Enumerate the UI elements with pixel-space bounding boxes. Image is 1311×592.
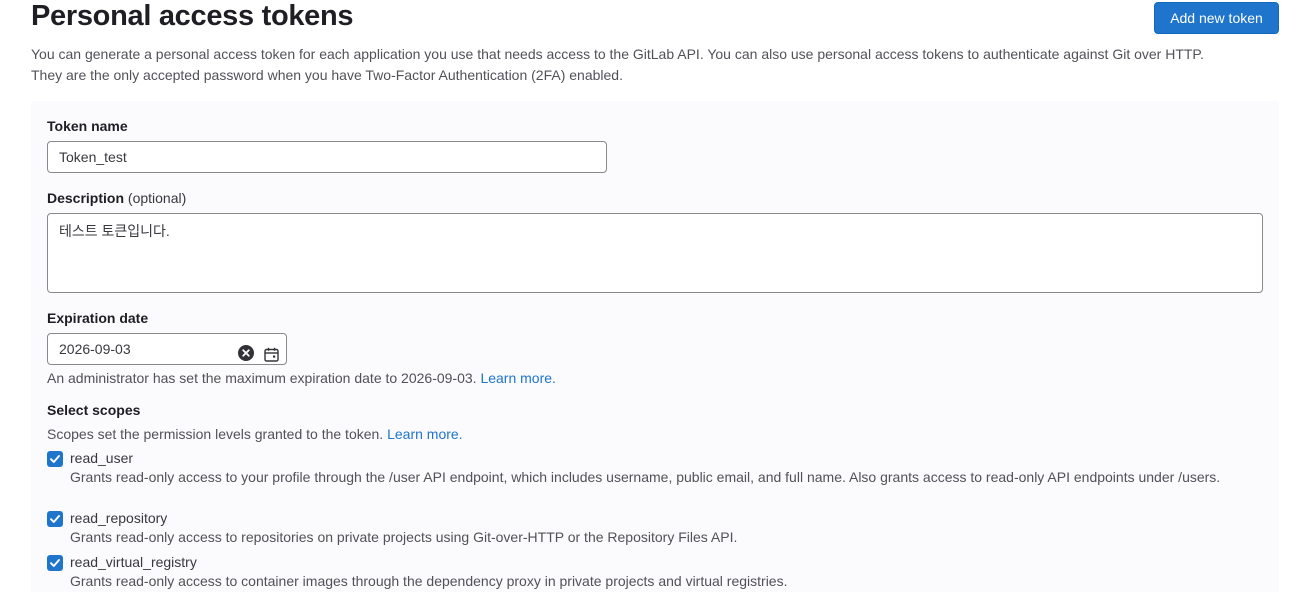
scope-read-user-description: Grants read-only access to your profile … — [70, 469, 1221, 485]
scope-read-virtual-registry-checkbox[interactable] — [47, 555, 63, 571]
expiration-date-input[interactable]: 2026-09-03 — [47, 333, 287, 365]
token-form: Token name Description (optional) 테스트 토큰… — [31, 101, 1279, 592]
scope-read-repository-checkbox[interactable] — [47, 511, 63, 527]
intro-line-1: You can generate a personal access token… — [31, 46, 1204, 62]
calendar-icon[interactable] — [264, 342, 279, 362]
add-new-token-button[interactable]: Add new token — [1154, 2, 1279, 34]
expiration-help-message: An administrator has set the maximum exp… — [47, 370, 477, 386]
scope-read-repository-description: Grants read-only access to repositories … — [70, 529, 738, 545]
description-textarea[interactable]: 테스트 토큰입니다. — [47, 213, 1263, 293]
scope-read-user-name[interactable]: read_user — [70, 449, 133, 467]
select-scopes-label: Select scopes — [47, 402, 141, 418]
page-title: Personal access tokens — [31, 0, 354, 32]
token-name-label: Token name — [47, 118, 128, 134]
scope-read-user-checkbox[interactable] — [47, 451, 63, 467]
personal-access-tokens-page: Personal access tokens Add new token You… — [0, 0, 1311, 592]
check-icon — [50, 455, 60, 463]
expiration-help-text: An administrator has set the maximum exp… — [47, 369, 556, 387]
scopes-learn-more-link[interactable]: Learn more. — [387, 426, 462, 442]
scopes-help-message: Scopes set the permission levels granted… — [47, 426, 384, 442]
scope-read-repository-name[interactable]: read_repository — [70, 509, 167, 527]
description-label: Description (optional) — [47, 189, 186, 207]
check-icon — [50, 559, 60, 567]
intro-line-2: They are the only accepted password when… — [31, 67, 623, 83]
clear-icon[interactable] — [238, 341, 254, 361]
scope-read-virtual-registry-description: Grants read-only access to container ima… — [70, 573, 788, 589]
check-icon — [50, 515, 60, 523]
expiration-date-label: Expiration date — [47, 310, 149, 326]
expiration-learn-more-link[interactable]: Learn more. — [480, 370, 555, 386]
scopes-help-text: Scopes set the permission levels granted… — [47, 425, 463, 443]
token-name-input[interactable] — [47, 141, 607, 173]
intro-text: You can generate a personal access token… — [31, 44, 1291, 86]
scope-read-virtual-registry-name[interactable]: read_virtual_registry — [70, 553, 197, 571]
description-optional-text: (optional) — [127, 190, 187, 206]
description-label-text: Description — [47, 190, 125, 206]
expiration-date-value: 2026-09-03 — [59, 341, 131, 357]
